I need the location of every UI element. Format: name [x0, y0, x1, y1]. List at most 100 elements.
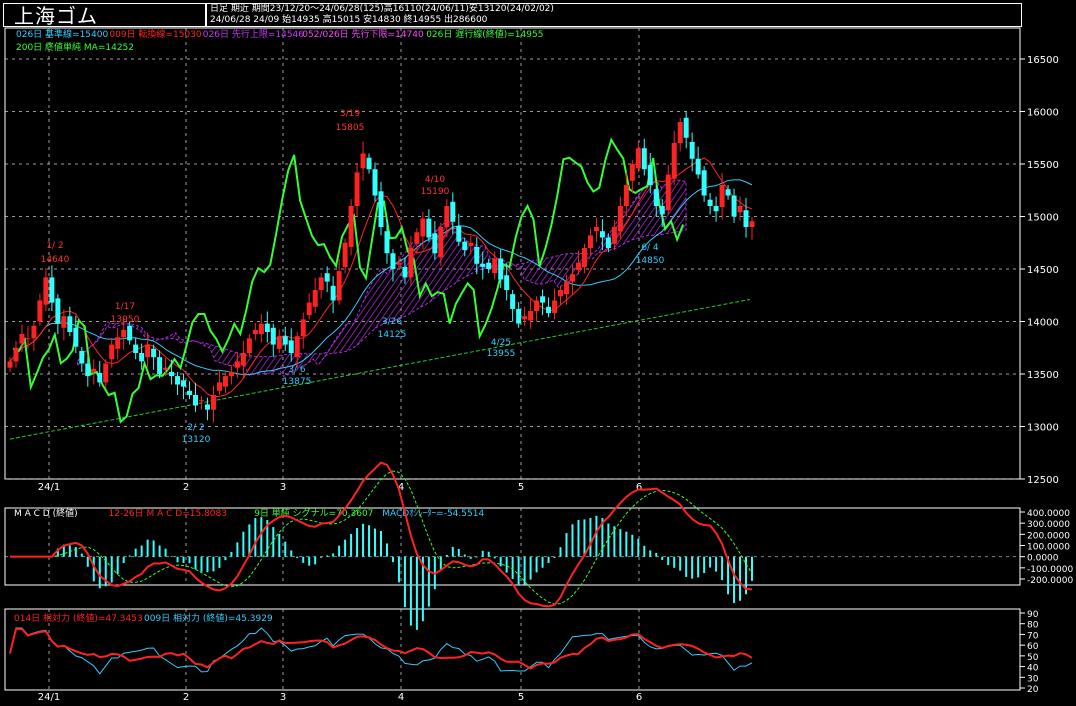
rs-tick-label: 70 [1027, 631, 1039, 641]
candle-body [228, 371, 234, 377]
price-tick-label: 13500 [1027, 370, 1059, 381]
candle-body [510, 294, 516, 309]
candle-body [306, 302, 312, 316]
candle-body [115, 337, 121, 349]
candle-body [719, 185, 725, 208]
candle-body [169, 371, 175, 377]
candle-body [198, 400, 204, 402]
candle-body [133, 344, 139, 353]
candle-body [25, 338, 31, 340]
price-tick-label: 14500 [1027, 265, 1059, 276]
candle-body [408, 248, 414, 278]
candle-body [414, 232, 420, 244]
candle-body [49, 277, 55, 303]
candle-body [366, 157, 372, 170]
legend-entry: 200日 終値単純 MA=14252 [16, 41, 134, 53]
candle-body [252, 329, 258, 335]
candle-body [468, 242, 474, 246]
annotation-price: 15805 [336, 123, 365, 133]
candle-body [653, 189, 659, 206]
candle-body [480, 263, 486, 267]
candle-body [240, 353, 246, 366]
annotation-date: 3/ 6 [288, 365, 306, 375]
candle-body [420, 218, 426, 237]
candle-body [647, 165, 653, 185]
macd-legend-entry: 12-26日 M A C D=15.8083 [109, 508, 228, 519]
rs14-line [9, 628, 753, 670]
legend-entry: 009日 転換線=15030 [109, 28, 201, 40]
candle-body [552, 300, 558, 314]
chart-svg: 16500 16000 15500 15000 14500 14000 13500 13000… [4, 27, 1073, 703]
candle-body [641, 148, 647, 170]
candle-body [743, 210, 749, 227]
candle-body [540, 296, 546, 303]
candle-body [91, 368, 97, 372]
candle-body [671, 143, 677, 179]
candle-body [354, 172, 360, 206]
candle-body [85, 363, 91, 377]
candle-body [390, 253, 396, 269]
candle-body [737, 206, 743, 213]
candle-body [629, 164, 635, 181]
price-tick-label: 16000 [1027, 108, 1059, 119]
price-tick-label: 15500 [1027, 160, 1059, 171]
candle-body [43, 277, 49, 305]
candle-body [222, 376, 228, 387]
candle-body [587, 235, 593, 248]
candle-body [725, 189, 731, 196]
candle-body [318, 277, 324, 290]
candle-body [216, 382, 222, 391]
annotation-price: 13950 [111, 315, 140, 325]
macd-legend-entry: MACDｵｼﾚｰﾀｰ=-54.5514 [382, 508, 484, 519]
candle-body [127, 325, 133, 341]
candle-body [605, 237, 611, 248]
rs9-line [9, 627, 753, 675]
candle-body [659, 206, 665, 215]
legend-entry: 026日 基準線=15400 [16, 28, 108, 40]
candle-body [689, 141, 695, 159]
rs-tick-label: 80 [1027, 621, 1039, 631]
x-tick-label: 6 [636, 692, 642, 703]
candle-body [300, 319, 306, 337]
candle-body [665, 174, 671, 211]
candle-body [749, 221, 755, 227]
macd-tick-label: 400.0000 [1027, 509, 1070, 519]
candle-body [312, 290, 318, 307]
annotation-price: 13875 [283, 377, 312, 387]
x-tick-label: 2 [183, 482, 189, 493]
candle-body [324, 273, 330, 282]
candle-body [450, 201, 456, 222]
candle-body [204, 404, 210, 410]
price-tick-label: 15000 [1027, 213, 1059, 224]
candle-body [19, 334, 25, 344]
candle-body [564, 281, 569, 295]
candle-body [432, 233, 438, 254]
candle-body [683, 117, 689, 138]
candle-body [695, 158, 701, 175]
candle-body [246, 338, 252, 353]
candle-body [187, 390, 193, 395]
chikou-line [12, 137, 685, 424]
candle-body [581, 248, 587, 267]
macd-tick-label: -100.0000 [1027, 565, 1073, 575]
candle-body [474, 246, 480, 264]
candle-body [707, 199, 713, 206]
candle-body [498, 258, 504, 280]
x-tick-label: 3 [280, 692, 286, 703]
candle-body [97, 372, 103, 383]
annotation-date: 3/19 [340, 109, 360, 119]
candle-body [599, 231, 605, 238]
candle-body [157, 357, 163, 374]
candle-body [360, 153, 366, 169]
legend-entry: 052/026日 先行下限=14740 [302, 28, 424, 40]
macd-tick-label: 100.0000 [1027, 543, 1070, 553]
candle-body [426, 218, 432, 238]
candle-body [264, 323, 270, 332]
x-tick-label: 24/1 [38, 482, 60, 493]
candle-body [504, 275, 510, 290]
annotation-price: 15190 [421, 187, 450, 197]
candle-body [234, 361, 240, 368]
annotation-date: 4/10 [425, 175, 445, 185]
candle-body [145, 344, 151, 358]
candle-body [181, 380, 187, 387]
